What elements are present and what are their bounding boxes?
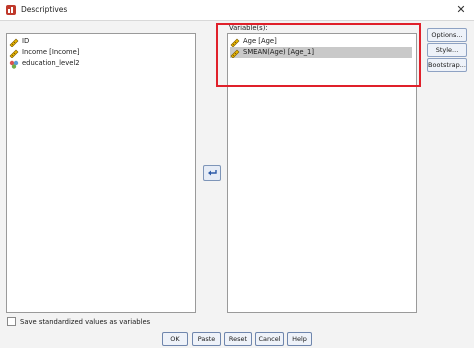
list-item-label: Age [Age] — [243, 37, 277, 45]
app-icon — [6, 5, 16, 15]
style-button[interactable]: Style... — [427, 43, 467, 57]
list-item[interactable]: Age [Age] — [230, 36, 277, 47]
scale-ruler-icon — [9, 38, 19, 47]
scale-ruler-icon — [9, 49, 19, 58]
save-standardized-row[interactable]: Save standardized values as variables — [7, 317, 150, 326]
title-bar: Descriptives ✕ — [0, 0, 474, 21]
descriptives-dialog: Descriptives ✕ ID Income [Income] educat… — [0, 0, 474, 348]
target-variable-list[interactable]: Age [Age] SMEAN(Age) [Age_1] — [227, 33, 417, 313]
ok-button[interactable]: OK — [162, 332, 188, 346]
variables-label: Variable(s): — [229, 24, 268, 32]
list-item-label: education_level2 — [22, 59, 80, 67]
window-title: Descriptives — [21, 5, 68, 14]
reset-button[interactable]: Reset — [224, 332, 252, 346]
source-variable-list[interactable]: ID Income [Income] education_level2 — [6, 33, 196, 313]
scale-ruler-icon — [230, 38, 240, 47]
list-item[interactable]: ID — [9, 36, 29, 47]
arrow-left-icon — [208, 170, 217, 176]
list-item-selected[interactable]: SMEAN(Age) [Age_1] — [230, 47, 412, 58]
cancel-button[interactable]: Cancel — [255, 332, 284, 346]
paste-button[interactable]: Paste — [192, 332, 221, 346]
save-standardized-checkbox[interactable] — [7, 317, 16, 326]
list-item[interactable]: Income [Income] — [9, 47, 80, 58]
move-variable-button[interactable] — [203, 165, 221, 181]
save-standardized-label: Save standardized values as variables — [20, 317, 151, 326]
list-item-label: SMEAN(Age) [Age_1] — [243, 48, 314, 56]
list-item-label: Income [Income] — [22, 48, 80, 56]
scale-ruler-icon — [230, 49, 240, 58]
bootstrap-button[interactable]: Bootstrap... — [427, 58, 467, 72]
close-icon: ✕ — [456, 3, 466, 16]
close-button[interactable]: ✕ — [454, 3, 468, 17]
nominal-icon — [9, 60, 19, 69]
list-item-label: ID — [22, 37, 30, 45]
help-button[interactable]: Help — [287, 332, 312, 346]
list-item[interactable]: education_level2 — [9, 58, 80, 69]
options-button[interactable]: Options... — [427, 28, 467, 42]
